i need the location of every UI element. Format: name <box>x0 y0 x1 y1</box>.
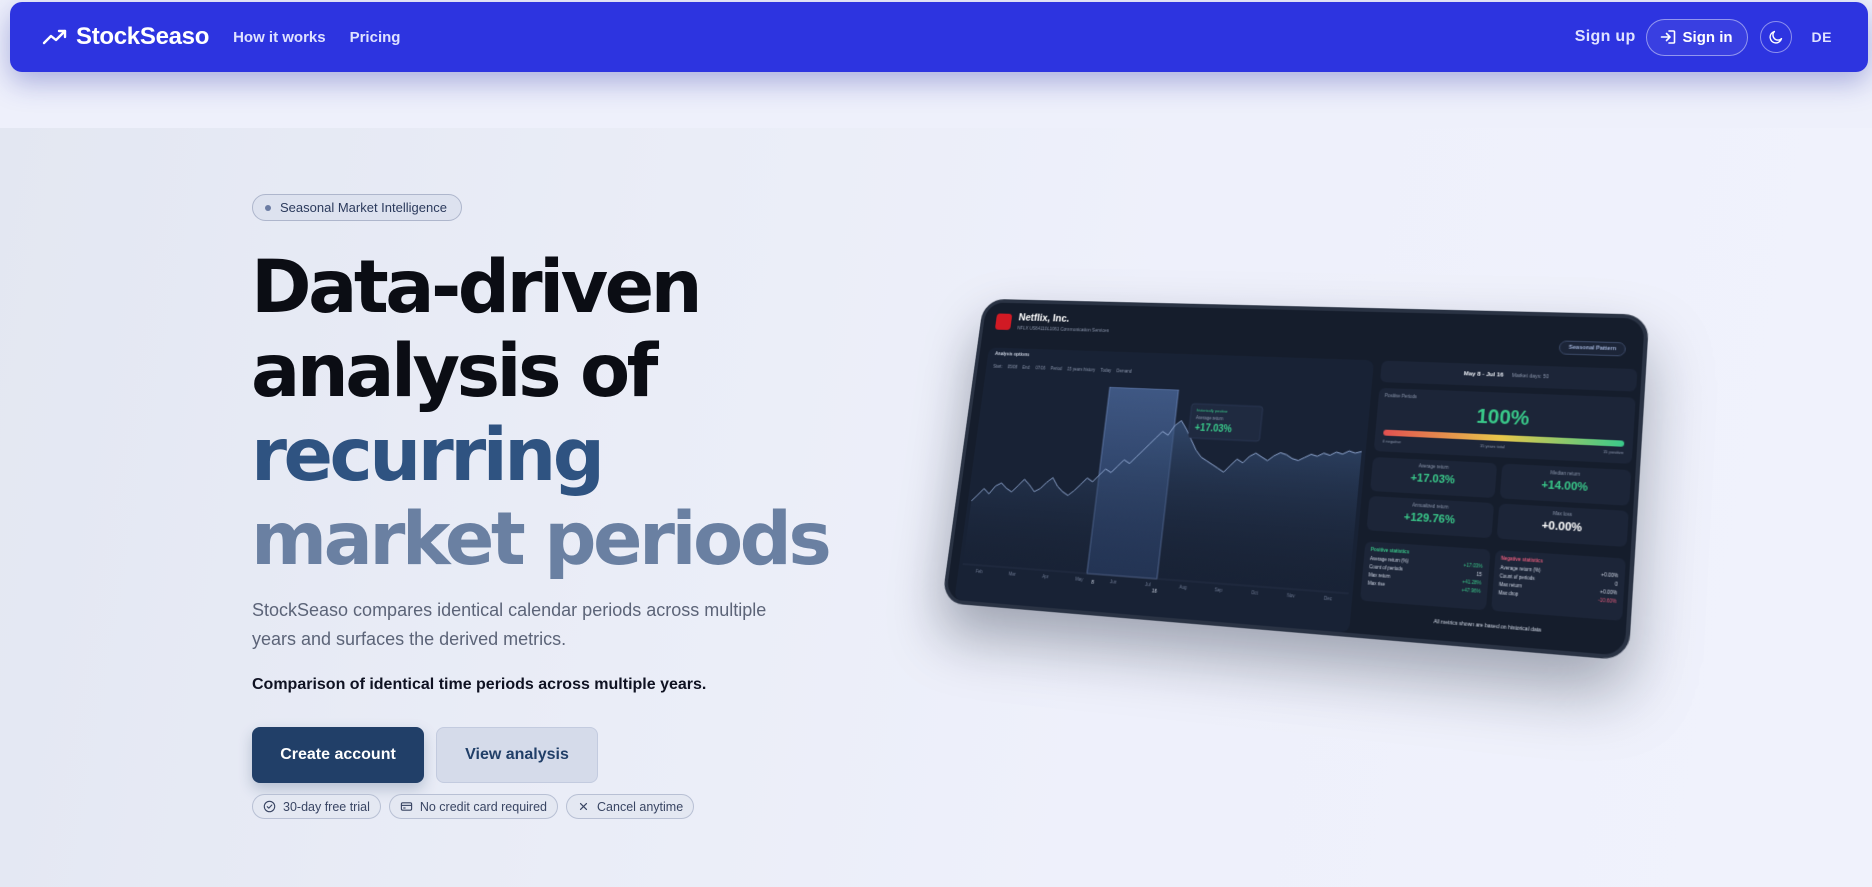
price-area <box>962 411 1364 594</box>
x-axis-month-label: May <box>1075 576 1084 582</box>
mockup-controls: Start: 05/08 End: 07/16 Period 15 years … <box>993 364 1132 374</box>
dashboard-mockup: Netflix, Inc. NFLX US64110L1061 Communic… <box>941 298 1650 661</box>
nav-link-how-it-works[interactable]: How it works <box>233 29 326 46</box>
stat-label: Max rise <box>1367 580 1386 587</box>
mockup-company-name: Netflix, Inc. <box>1017 312 1071 325</box>
mockup-control: 15 years history <box>1066 366 1096 373</box>
chip-no-credit-card: No credit card required <box>388 794 559 819</box>
hero-title-line-4: market periods <box>251 497 832 582</box>
x-axis-month-label: Sep <box>1214 587 1223 593</box>
netflix-logo-icon <box>994 313 1013 331</box>
nav-link-pricing[interactable]: Pricing <box>350 29 401 46</box>
metric-tile: Average return +17.03% <box>1370 456 1497 499</box>
stat-value: +0.00% <box>1601 571 1619 579</box>
mockup-stats: Positive statistics Average return (%) +1… <box>1360 541 1626 621</box>
metric-tile-value: +0.00% <box>1541 519 1583 535</box>
metric-tile: Max loss +0.00% <box>1496 503 1629 547</box>
mockup-positive-periods: Positive Periods 100% 0 negative 15 year… <box>1373 387 1636 464</box>
brand-logo[interactable]: StockSeaso <box>42 23 209 51</box>
badge-dot-icon <box>265 204 271 211</box>
mockup-seasonal-pattern-button: Seasonal Pattern <box>1558 340 1627 357</box>
hero-badge: Seasonal Market Intelligence <box>252 194 462 221</box>
mockup-chart-panel: Analysis options Start: 05/08 End: 07/16… <box>954 347 1375 633</box>
mockup-control: 05/08 <box>1007 364 1018 370</box>
badge-label: Seasonal Market Intelligence <box>280 200 447 215</box>
negative-count-label: 0 negative <box>1382 438 1402 445</box>
mockup-control: Start: <box>992 363 1003 369</box>
language-switch[interactable]: DE <box>1812 29 1832 45</box>
mockup-market-days: Market days: 50 <box>1511 372 1550 381</box>
mockup-analysis-options: Analysis options <box>994 351 1030 358</box>
metric-tile-value: +17.03% <box>1409 471 1456 487</box>
x-axis-month-label: Jul <box>1145 582 1151 588</box>
x-axis-month-label: Feb <box>976 569 984 575</box>
mockup-device-frame: Netflix, Inc. NFLX US64110L1061 Communic… <box>941 298 1650 661</box>
credit-card-icon <box>400 802 413 811</box>
metric-tile: Median return +14.00% <box>1499 463 1632 506</box>
login-icon <box>1660 30 1675 44</box>
x-axis-month-label: Mar <box>1008 571 1016 577</box>
benefit-chips: 30-day free trial No credit card require… <box>252 794 702 819</box>
trending-up-icon <box>42 29 67 45</box>
metric-tile-value: +14.00% <box>1540 478 1589 494</box>
hero-subline: Comparison of identical time periods acr… <box>252 676 707 693</box>
stat-value: +17.03% <box>1463 562 1483 569</box>
negative-stats-card: Negative statistics Average return (%) +0… <box>1490 549 1626 621</box>
x-axis-month-label: Aug <box>1179 584 1188 590</box>
top-navbar: StockSeaso How it works Pricing Sign up … <box>10 2 1868 72</box>
positive-periods-label: Positive Periods <box>1384 393 1418 400</box>
stat-value: 0 <box>1614 581 1618 588</box>
stat-label: Max drop <box>1498 590 1519 597</box>
chip-cancel-anytime-label: Cancel anytime <box>597 799 684 814</box>
theme-toggle-button[interactable] <box>1759 21 1792 53</box>
chip-cancel-anytime: Cancel anytime <box>566 794 695 819</box>
close-icon <box>579 802 588 811</box>
nav-actions: Sign up Sign in DE <box>1575 18 1832 56</box>
stat-value: -10.60% <box>1597 597 1617 605</box>
mockup-period-range-label: May 8 - Jul 16 <box>1463 371 1504 379</box>
mockup-control: Today <box>1100 367 1112 373</box>
moon-icon <box>1768 30 1782 44</box>
mockup-control: 07/16 <box>1035 365 1046 371</box>
mockup-control: Period <box>1050 366 1063 372</box>
sign-in-label: Sign in <box>1682 28 1733 46</box>
x-axis-month-label: Dec <box>1324 595 1332 601</box>
metric-tile-value: +129.76% <box>1403 511 1456 527</box>
check-circle-icon <box>263 800 276 813</box>
x-axis-month-label: Nov <box>1287 593 1296 599</box>
date-mark-start: 8 <box>1091 580 1095 585</box>
mockup-metric-tiles: Average return +17.03% Median return +14… <box>1366 456 1632 547</box>
brand-name: StockSeaso <box>76 23 210 50</box>
mockup-control: Demand <box>1116 368 1133 374</box>
hero-description: StockSeaso compares identical calendar p… <box>252 600 767 649</box>
chip-no-credit-card-label: No credit card required <box>419 799 548 814</box>
create-account-button[interactable]: Create account <box>252 727 424 783</box>
hero-title-line-2: analysis of <box>251 329 658 414</box>
x-axis-month-label: Jun <box>1110 579 1118 585</box>
x-axis-month-label: Oct <box>1251 590 1259 596</box>
positive-count-label: 15 positive <box>1602 448 1624 456</box>
years-total-label: 15 years total <box>1479 443 1505 450</box>
tooltip-value: +17.03% <box>1194 422 1233 434</box>
mockup-metrics-panel: May 8 - Jul 16 Market days: 50 Positive … <box>1357 360 1638 656</box>
hero-title-line-3: recurring <box>251 413 605 498</box>
positive-stats-card: Positive statistics Average return (%) +1… <box>1360 541 1491 611</box>
sign-in-button[interactable]: Sign in <box>1645 18 1748 56</box>
metric-tile: Annualized return +129.76% <box>1366 495 1494 539</box>
view-analysis-button[interactable]: View analysis <box>436 727 598 783</box>
chip-free-trial-label: 30-day free trial <box>283 799 370 814</box>
mockup-company-meta: NFLX US64110L1061 Communication Services <box>1016 325 1110 334</box>
hero-title: Data-driven analysis of recurring market… <box>251 246 891 582</box>
stat-value: +47.96% <box>1461 587 1481 595</box>
x-axis-month-label: Apr <box>1042 574 1049 580</box>
mockup-control: End: <box>1022 365 1031 370</box>
date-mark-end: 16 <box>1152 588 1158 594</box>
hero-title-line-1: Data-driven <box>251 245 703 330</box>
mockup-price-chart: Feb Mar Apr May Jun Jul Aug Sep Oct Nov Dec histor… <box>960 382 1367 602</box>
sign-up-link[interactable]: Sign up <box>1575 28 1636 46</box>
chip-free-trial: 30-day free trial <box>252 794 381 819</box>
